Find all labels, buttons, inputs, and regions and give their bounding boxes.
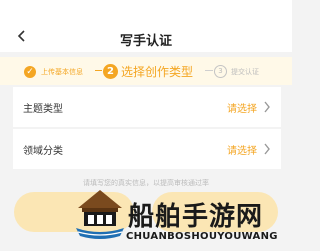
step-connector — [205, 70, 213, 71]
step-3-number: 3 — [214, 65, 227, 78]
step-2-label: 选择创作类型 — [121, 65, 194, 79]
theme-type-row[interactable]: 主题类型 请选择 — [13, 87, 281, 127]
theme-type-label: 主题类型 — [23, 104, 63, 115]
step-connector — [95, 70, 102, 71]
page-title: 写手认证 — [119, 34, 172, 49]
domain-category-row[interactable]: 领域分类 请选择 — [13, 129, 281, 169]
step-1-label: 上传基本信息 — [41, 68, 83, 76]
domain-category-label: 领域分类 — [23, 146, 63, 157]
step-2-number: 2 — [103, 64, 118, 79]
step-2: 2 选择创作类型 — [103, 63, 193, 80]
step-3-label: 提交认证 — [231, 67, 259, 76]
watermark-name: 船舶手游网 — [128, 202, 264, 232]
step-1: ✓ 上传基本信息 — [24, 65, 83, 79]
form-hint: 请填写您的真实信息，以提高审核通过率 — [83, 179, 209, 187]
theme-type-select[interactable]: 请选择 — [227, 100, 257, 115]
top-nav-bar: 写手认证 — [0, 0, 292, 52]
chevron-right-icon — [264, 101, 270, 113]
check-icon: ✓ — [24, 66, 36, 78]
watermark-logo-icon — [76, 190, 124, 239]
watermark-subtitle: CHUANBOSHOUYOUWANG — [126, 231, 278, 242]
domain-category-select[interactable]: 请选择 — [227, 142, 257, 157]
chevron-right-icon — [264, 143, 270, 155]
step-3: 3 提交认证 — [214, 65, 259, 78]
step-progress-bar: ✓ 上传基本信息 2 选择创作类型 3 提交认证 — [0, 57, 292, 85]
